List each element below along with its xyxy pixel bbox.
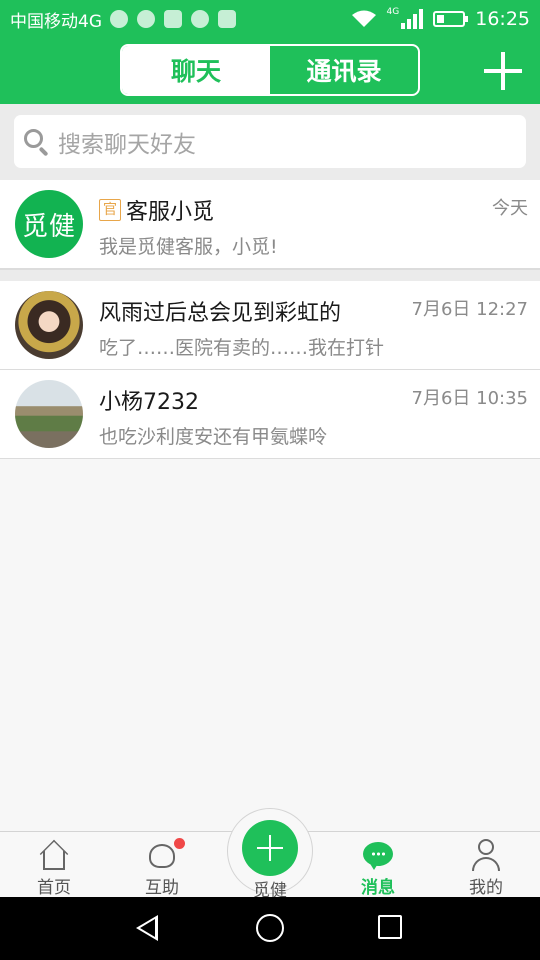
chat-name: 小杨7232 bbox=[99, 390, 199, 415]
nav-label: 我的 bbox=[469, 878, 503, 898]
nav-label: 互助 bbox=[145, 878, 179, 898]
app-icon bbox=[164, 10, 182, 28]
nav-label: 首页 bbox=[37, 878, 71, 898]
status-bar-right: 4G 16:25 bbox=[351, 7, 530, 30]
chat-time: 7月6日 12:27 bbox=[411, 299, 529, 320]
chat-name-row: 官 客服小觅 bbox=[99, 194, 214, 226]
network-badge: 4G bbox=[386, 7, 400, 17]
empty-list-area bbox=[0, 459, 540, 831]
chat-row[interactable]: 风雨过后总会见到彩虹的 7月6日 12:27 吃了……医院有卖的……我在打针 bbox=[0, 281, 540, 370]
wechat-icon bbox=[191, 10, 209, 28]
bottom-navigation: 首页 互助 觅健 消息 我的 bbox=[0, 808, 540, 901]
user-icon bbox=[469, 838, 503, 871]
search-placeholder: 搜索聊天好友 bbox=[58, 131, 196, 158]
avatar bbox=[15, 291, 83, 359]
chat-preview: 吃了……医院有卖的……我在打针 bbox=[99, 337, 385, 359]
battery-fill bbox=[437, 15, 445, 23]
chat-row[interactable]: 小杨7232 7月6日 10:35 也吃沙利度安还有甲氨蝶呤 bbox=[0, 370, 540, 459]
clock: 16:25 bbox=[475, 8, 530, 30]
chat-name: 风雨过后总会见到彩虹的 bbox=[99, 301, 342, 326]
search-area: 搜索聊天好友 bbox=[0, 104, 540, 180]
app-screen: 中国移动4G 4G 16:25 聊天 通讯录 搜索聊天好友 觅健 官 客服小觅 … bbox=[0, 0, 540, 960]
avatar: 觅健 bbox=[15, 190, 83, 258]
search-input[interactable]: 搜索聊天好友 bbox=[14, 115, 526, 168]
carrier-label: 中国移动4G bbox=[10, 11, 102, 32]
chat-time: 今天 bbox=[492, 198, 528, 219]
nav-label: 消息 bbox=[361, 878, 395, 898]
search-icon bbox=[24, 128, 50, 156]
emoji-icon bbox=[137, 10, 155, 28]
add-button[interactable] bbox=[484, 52, 522, 90]
system-navigation-bar bbox=[0, 897, 540, 960]
app-header: 聊天 通讯录 bbox=[0, 38, 540, 104]
chat-name-row: 风雨过后总会见到彩虹的 bbox=[99, 295, 341, 327]
recent-apps-icon[interactable] bbox=[378, 915, 402, 939]
status-bar: 中国移动4G 4G 16:25 bbox=[0, 0, 540, 38]
tab-chat[interactable]: 聊天 bbox=[122, 46, 270, 94]
nav-messages[interactable]: 消息 bbox=[324, 832, 432, 898]
nav-home[interactable]: 首页 bbox=[0, 832, 108, 898]
chat-name: 客服小觅 bbox=[126, 200, 215, 225]
chat-preview: 也吃沙利度安还有甲氨蝶呤 bbox=[99, 426, 328, 448]
tab-switcher: 聊天 通讯录 bbox=[120, 44, 420, 96]
chat-row-customer-service[interactable]: 觅健 官 客服小觅 今天 我是觅健客服，小觅! bbox=[0, 180, 540, 269]
home-icon bbox=[37, 838, 71, 871]
notification-dot bbox=[174, 838, 185, 849]
chat-preview: 我是觅健客服，小觅! bbox=[99, 236, 278, 258]
battery-icon bbox=[433, 11, 469, 27]
tab-contacts[interactable]: 通讯录 bbox=[270, 46, 418, 94]
image-icon bbox=[218, 10, 236, 28]
chat-time: 7月6日 10:35 bbox=[411, 388, 529, 409]
wifi-icon bbox=[351, 10, 376, 27]
plus-icon bbox=[242, 820, 298, 876]
nav-mutual-help[interactable]: 互助 bbox=[108, 832, 216, 898]
message-icon bbox=[361, 838, 395, 871]
app-notification-icon bbox=[110, 10, 128, 28]
section-divider bbox=[0, 269, 540, 281]
back-icon[interactable] bbox=[136, 915, 158, 941]
home-circle-icon[interactable] bbox=[256, 914, 284, 942]
official-badge: 官 bbox=[99, 199, 121, 221]
nav-profile[interactable]: 我的 bbox=[432, 832, 540, 898]
heart-icon bbox=[145, 838, 185, 871]
signal-icon bbox=[401, 9, 424, 29]
chat-name-row: 小杨7232 bbox=[99, 384, 199, 416]
avatar bbox=[15, 380, 83, 448]
